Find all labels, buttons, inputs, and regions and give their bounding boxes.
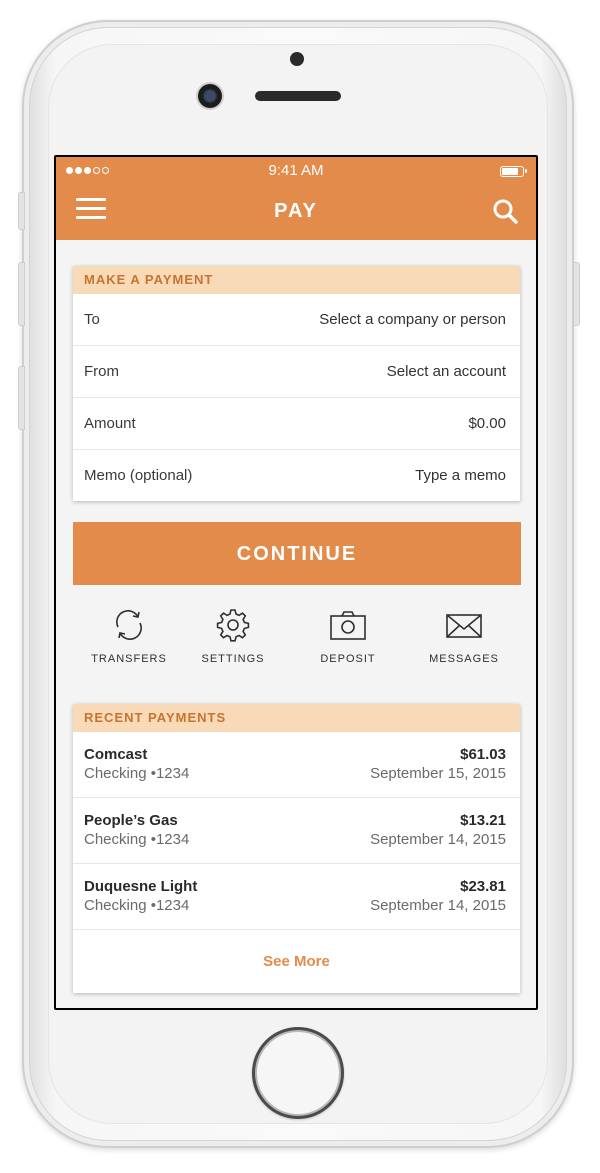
continue-button[interactable]: CONTINUE (73, 522, 521, 585)
payment-form: To Select a company or person From Selec… (73, 294, 520, 501)
payment-amount: $61.03 (460, 746, 506, 763)
proximity-sensor (290, 52, 304, 66)
memo-value[interactable]: Type a memo (415, 450, 506, 501)
volume-up-button (18, 262, 25, 326)
payment-amount: $23.81 (460, 878, 506, 895)
from-value[interactable]: Select an account (387, 346, 506, 397)
amount-field[interactable]: Amount $0.00 (73, 397, 520, 449)
page-title: PAY (274, 200, 318, 222)
front-camera (198, 84, 222, 108)
home-button[interactable] (252, 1027, 344, 1119)
recent-payments-card: RECENT PAYMENTS Comcast Checking •1234 $… (73, 704, 520, 993)
see-more-link[interactable]: See More (73, 929, 520, 993)
earpiece-speaker (255, 91, 341, 101)
payment-account: Checking •1234 (84, 765, 190, 782)
transfers-action[interactable]: TRANSFERS (74, 607, 184, 665)
payee-name: Duquesne Light (84, 878, 198, 895)
settings-label: SETTINGS (201, 653, 265, 665)
battery-level (502, 168, 519, 175)
gear-icon (216, 609, 250, 642)
payment-date: September 15, 2015 (370, 765, 506, 782)
deposit-label: DEPOSIT (320, 653, 376, 665)
to-label: To (84, 311, 100, 328)
phone-screen: 9:41 AM PAY MAKE A PAYMENT To Select a c… (54, 155, 538, 1010)
battery-icon (500, 166, 527, 177)
list-item[interactable]: Comcast Checking •1234 $61.03 September … (73, 732, 520, 797)
quick-actions: TRANSFERS SETTINGS DEPOSIT MESSAGES (56, 607, 536, 677)
payee-name: People’s Gas (84, 812, 178, 829)
memo-field[interactable]: Memo (optional) Type a memo (73, 449, 520, 501)
envelope-icon (446, 614, 482, 638)
to-field[interactable]: To Select a company or person (73, 294, 520, 345)
refresh-arrows-icon (116, 610, 142, 640)
recent-payments-header: RECENT PAYMENTS (73, 704, 520, 732)
app-header: 9:41 AM PAY (56, 157, 536, 240)
payment-account: Checking •1234 (84, 897, 190, 914)
list-item[interactable]: Duquesne Light Checking •1234 $23.81 Sep… (73, 863, 520, 929)
status-time: 9:41 AM (268, 162, 324, 179)
transfers-label: TRANSFERS (91, 653, 167, 665)
payment-account: Checking •1234 (84, 831, 190, 848)
from-field[interactable]: From Select an account (73, 345, 520, 397)
payee-name: Comcast (84, 746, 148, 763)
payment-date: September 14, 2015 (370, 831, 506, 848)
camera-icon (330, 611, 366, 640)
list-item[interactable]: People’s Gas Checking •1234 $13.21 Septe… (73, 797, 520, 863)
app-screen: 9:41 AM PAY MAKE A PAYMENT To Select a c… (56, 157, 536, 1008)
messages-label: MESSAGES (429, 653, 499, 665)
amount-value[interactable]: $0.00 (468, 398, 506, 449)
deposit-action[interactable]: DEPOSIT (293, 607, 403, 665)
payment-date: September 14, 2015 (370, 897, 506, 914)
messages-action[interactable]: MESSAGES (409, 607, 519, 665)
payment-amount: $13.21 (460, 812, 506, 829)
to-value[interactable]: Select a company or person (319, 294, 506, 345)
power-button (573, 262, 580, 326)
memo-label: Memo (optional) (84, 467, 193, 484)
volume-down-button (18, 366, 25, 430)
amount-label: Amount (84, 415, 136, 432)
mute-switch (18, 192, 25, 230)
search-icon[interactable] (492, 198, 518, 224)
payments-list: Comcast Checking •1234 $61.03 September … (73, 732, 520, 929)
from-label: From (84, 363, 119, 380)
settings-action[interactable]: SETTINGS (178, 607, 288, 665)
status-bar: 9:41 AM (56, 157, 536, 185)
make-payment-header: MAKE A PAYMENT (73, 266, 520, 294)
make-payment-card: MAKE A PAYMENT To Select a company or pe… (73, 266, 520, 501)
